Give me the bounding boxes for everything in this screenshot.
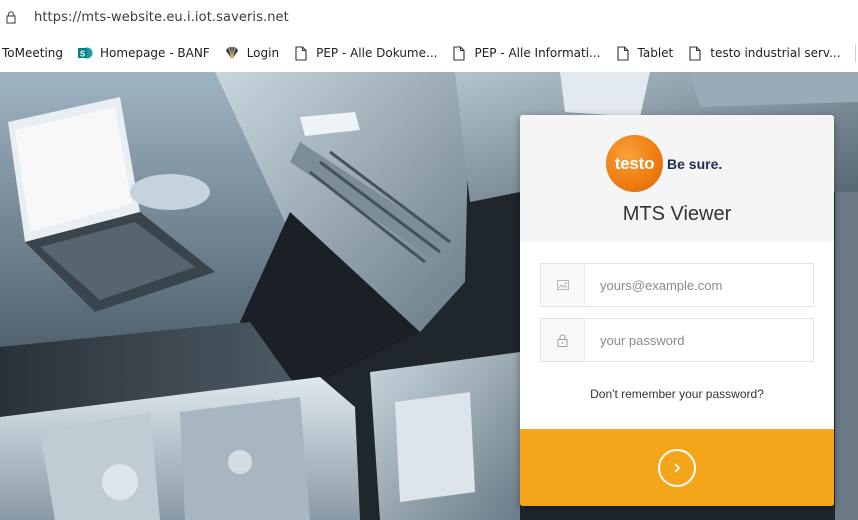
page-icon xyxy=(293,45,309,61)
page-info-icon[interactable] xyxy=(6,11,16,24)
bookmark-label: Login xyxy=(246,46,280,60)
svg-text:S: S xyxy=(80,50,86,59)
app-title: MTS Viewer xyxy=(622,203,732,225)
forgot-password-link[interactable]: Don't remember your password? xyxy=(520,387,834,401)
bookmarks-divider xyxy=(855,44,856,62)
login-card-header: testo Be sure. MTS Viewer xyxy=(520,115,834,242)
bookmark-label: PEP - Alle Informati... xyxy=(474,46,601,60)
bookmark-login[interactable]: Login xyxy=(224,41,279,65)
page-icon xyxy=(615,45,631,61)
bookmark-homepage-banf[interactable]: S Homepage - BANF xyxy=(77,41,210,65)
logo-tagline: Be sure. xyxy=(667,155,723,172)
bookmark-label: testo industrial serv... xyxy=(710,46,841,60)
bookmark-gotomeeting[interactable]: ToMeeting xyxy=(2,41,63,65)
bookmarks-bar: ToMeeting S Homepage - BANF Login PEP - … xyxy=(0,34,858,72)
bookmark-label: ToMeeting xyxy=(2,46,64,60)
password-input[interactable] xyxy=(598,331,802,349)
testo-logo-disc: testo xyxy=(606,135,663,192)
bookmark-label: Homepage - BANF xyxy=(100,46,210,60)
bookmark-pep-dokumente[interactable]: PEP - Alle Dokume... xyxy=(293,41,437,65)
page-icon xyxy=(687,45,703,61)
login-card: testo Be sure. MTS Viewer Don't remember… xyxy=(520,115,834,506)
submit-button[interactable] xyxy=(520,429,834,506)
bookmark-tablet[interactable]: Tablet xyxy=(615,41,674,65)
lock-icon xyxy=(541,319,585,361)
password-field[interactable] xyxy=(540,318,814,362)
email-field[interactable] xyxy=(540,263,814,307)
testo-logo: testo Be sure. xyxy=(606,135,722,192)
bookmark-label: Tablet xyxy=(637,46,674,60)
email-icon xyxy=(541,264,585,306)
shell-icon xyxy=(224,45,240,61)
bookmark-label: PEP - Alle Dokume... xyxy=(316,46,438,60)
arrow-right-circle-icon xyxy=(658,448,696,487)
bookmark-pep-informationen[interactable]: PEP - Alle Informati... xyxy=(451,41,601,65)
url-text[interactable]: https://mts-website.eu.i.iot.saveris.net xyxy=(34,10,289,25)
address-bar[interactable]: https://mts-website.eu.i.iot.saveris.net xyxy=(0,0,858,34)
email-input[interactable] xyxy=(598,276,802,294)
bookmark-testo-industrial[interactable]: testo industrial serv... xyxy=(687,41,841,65)
page-icon xyxy=(451,45,467,61)
sharepoint-icon: S xyxy=(77,45,93,61)
